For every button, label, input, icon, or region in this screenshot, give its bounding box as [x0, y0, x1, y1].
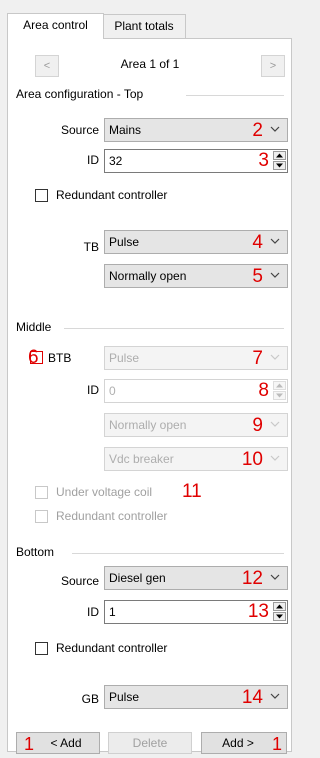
tb-label: TB	[83, 240, 99, 254]
group-divider	[64, 328, 284, 329]
triangle-up-icon	[276, 604, 283, 609]
bottom-id-spinbox[interactable]: 1 13	[104, 600, 288, 624]
annotation-number: 12	[241, 568, 263, 589]
spin-arrows	[273, 381, 286, 401]
bottom-source-value: Diesel gen	[109, 571, 166, 585]
top-redundant-checkbox[interactable]	[35, 189, 48, 202]
id-label: ID	[87, 153, 99, 167]
group-divider	[72, 553, 284, 554]
id-value: 32	[109, 154, 123, 168]
btb-mode-select[interactable]: Normally open 9	[104, 413, 288, 437]
spin-up-button[interactable]	[273, 381, 286, 390]
add-before-button[interactable]: 1 < Add	[16, 732, 100, 754]
chevron-down-icon	[270, 272, 280, 278]
chevron-down-icon	[270, 693, 280, 699]
annotation-number: 7	[252, 348, 263, 369]
btb-breaker-value: Vdc breaker	[109, 452, 174, 466]
btb-checkbox[interactable]	[30, 351, 43, 364]
annotation-number: 2	[252, 120, 263, 141]
group-divider	[186, 95, 284, 96]
annotation-number: 13	[247, 601, 269, 622]
previous-area-button[interactable]: <	[35, 55, 59, 77]
area-index-label: Area 1 of 1	[120, 57, 180, 71]
add-after-button[interactable]: Add > 1	[201, 732, 287, 754]
top-redundant-label: Redundant controller	[56, 188, 168, 202]
add-after-label: Add >	[222, 736, 254, 750]
tb-mode-value: Normally open	[109, 269, 187, 283]
annotation-number: 9	[252, 415, 263, 436]
btb-label: BTB	[48, 351, 72, 365]
add-before-label: < Add	[50, 736, 82, 750]
bottom-redundant-checkbox[interactable]	[35, 642, 48, 655]
chevron-down-icon	[270, 354, 280, 360]
btb-value: Pulse	[109, 351, 140, 365]
middle-redundant-label: Redundant controller	[56, 509, 168, 523]
chevron-down-icon	[270, 421, 280, 427]
annotation-number: 10	[241, 449, 263, 470]
annotation-number: 11	[182, 481, 202, 502]
tb-mode-select[interactable]: Normally open 5	[104, 264, 288, 288]
bottom-id-value: 1	[109, 605, 116, 619]
bottom-source-select[interactable]: Diesel gen 12	[104, 566, 288, 590]
triangle-up-icon	[276, 383, 283, 388]
bottom-source-label: Source	[60, 574, 99, 588]
spin-up-button[interactable]	[273, 151, 286, 160]
annotation-number: 5	[252, 266, 263, 287]
source-select[interactable]: Mains 2	[104, 118, 288, 142]
btb-id-spinbox[interactable]: 0 8	[104, 379, 288, 403]
annotation-number: 3	[258, 150, 269, 171]
top-id-spinbox[interactable]: 32 3	[104, 149, 288, 173]
next-area-button[interactable]: >	[261, 55, 285, 77]
chevron-down-icon	[270, 455, 280, 461]
tab-area-control[interactable]: Area control	[7, 13, 104, 39]
btb-id-label: ID	[87, 383, 99, 397]
spin-up-button[interactable]	[273, 602, 286, 611]
chevron-down-icon	[270, 238, 280, 244]
spin-arrows	[273, 151, 286, 171]
spin-down-button[interactable]	[273, 612, 286, 621]
tb-select[interactable]: Pulse 4	[104, 230, 288, 254]
chevron-left-icon: <	[43, 60, 51, 72]
source-value: Mains	[109, 123, 142, 137]
under-voltage-coil-label: Under voltage coil	[56, 485, 153, 499]
triangle-up-icon	[276, 153, 283, 158]
middle-redundant-checkbox[interactable]	[35, 510, 48, 523]
delete-button[interactable]: Delete	[108, 732, 192, 754]
chevron-right-icon: >	[269, 60, 277, 72]
btb-id-value: 0	[109, 384, 116, 398]
chevron-down-icon	[270, 574, 280, 580]
annotation-number: 14	[241, 687, 263, 708]
under-voltage-coil-checkbox[interactable]	[35, 486, 48, 499]
gb-value: Pulse	[109, 690, 140, 704]
bottom-id-label: ID	[87, 605, 99, 619]
btb-mode-value: Normally open	[109, 418, 187, 432]
triangle-down-icon	[276, 614, 283, 619]
group-title-bottom: Bottom	[16, 545, 55, 559]
gb-select[interactable]: Pulse 14	[104, 685, 288, 709]
annotation-number: 8	[258, 380, 269, 401]
btb-select[interactable]: Pulse 7	[104, 346, 288, 370]
triangle-down-icon	[276, 393, 283, 398]
bottom-redundant-label: Redundant controller	[56, 641, 168, 655]
tab-plant-totals[interactable]: Plant totals	[102, 14, 186, 38]
spin-arrows	[273, 602, 286, 622]
source-label: Source	[60, 123, 99, 137]
annotation-number: 1	[271, 734, 282, 754]
tb-value: Pulse	[109, 235, 140, 249]
gb-label: GB	[81, 692, 99, 706]
delete-label: Delete	[132, 736, 168, 750]
group-title-top: Area configuration - Top	[16, 87, 144, 101]
annotation-number: 1	[24, 734, 35, 754]
spin-down-button[interactable]	[273, 161, 286, 170]
group-title-middle: Middle	[16, 320, 52, 334]
triangle-down-icon	[276, 163, 283, 168]
chevron-down-icon	[270, 126, 280, 132]
btb-breaker-select[interactable]: Vdc breaker 10	[104, 447, 288, 471]
annotation-number: 4	[252, 232, 263, 253]
spin-down-button[interactable]	[273, 391, 286, 400]
